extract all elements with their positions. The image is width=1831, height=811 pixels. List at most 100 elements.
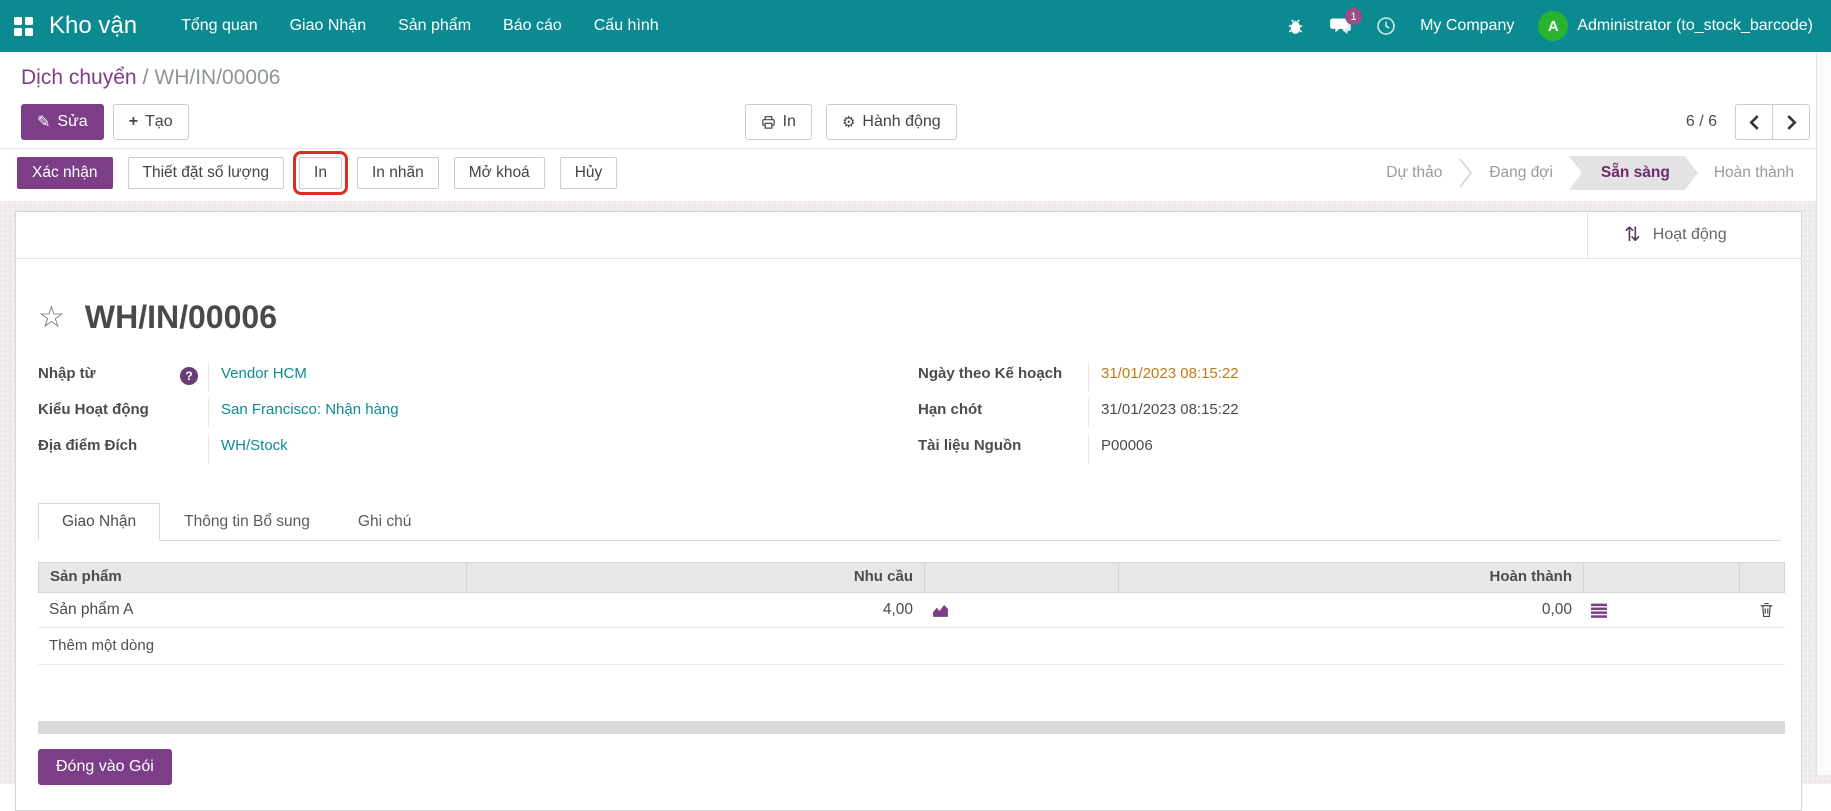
tab-note[interactable]: Ghi chú bbox=[334, 503, 435, 541]
put-in-pack-button[interactable]: Đóng vào Gói bbox=[38, 749, 172, 785]
add-line-link[interactable]: Thêm một dòng bbox=[49, 637, 154, 654]
source-document-value: P00006 bbox=[1101, 437, 1153, 454]
cancel-button[interactable]: Hủy bbox=[560, 157, 618, 189]
step-done[interactable]: Hoàn thành bbox=[1698, 157, 1810, 189]
set-quantities-button[interactable]: Thiết đặt số lượng bbox=[128, 157, 285, 189]
validate-button[interactable]: Xác nhận bbox=[17, 157, 113, 189]
unlock-button[interactable]: Mở khoá bbox=[454, 157, 545, 189]
form-sheet: ⇅ Hoạt động ☆ WH/IN/00006 Nhập từ ? Vend… bbox=[15, 211, 1802, 811]
field-label: Hạn chót bbox=[918, 401, 982, 418]
gear-icon: ⚙ bbox=[842, 113, 855, 131]
notebook-tabs: Giao Nhận Thông tin Bổ sung Ghi chú bbox=[38, 503, 1781, 541]
breadcrumb-separator: / bbox=[137, 66, 155, 89]
menu-configuration[interactable]: Cấu hình bbox=[578, 0, 675, 52]
col-trash-header bbox=[1739, 562, 1785, 593]
field-label: Ngày theo Kế hoạch bbox=[918, 365, 1062, 382]
cell-done[interactable]: 0,00 bbox=[1118, 593, 1583, 627]
trash-icon[interactable] bbox=[1759, 602, 1774, 618]
user-name: Administrator (to_stock_barcode) bbox=[1577, 17, 1813, 35]
col-empty-header bbox=[1583, 562, 1739, 593]
pager-counter: 6 / 6 bbox=[1686, 113, 1717, 131]
breadcrumb-parent[interactable]: Dịch chuyển bbox=[21, 66, 137, 89]
cell-product[interactable]: Sản phẩm A bbox=[38, 593, 466, 627]
col-done-header[interactable]: Hoàn thành bbox=[1118, 562, 1583, 593]
cell-demand[interactable]: 4,00 bbox=[466, 593, 924, 627]
field-source-document: Tài liệu Nguồn P00006 bbox=[918, 434, 1478, 470]
pager-previous-button[interactable] bbox=[1735, 104, 1773, 140]
cell-forecast bbox=[924, 593, 1118, 627]
forecast-chart-icon[interactable] bbox=[932, 603, 949, 618]
debug-icon[interactable] bbox=[1286, 16, 1305, 36]
tab-additional-info[interactable]: Thông tin Bổ sung bbox=[160, 503, 334, 541]
operations-table: Sản phẩm Nhu cầu Hoàn thành Sản phẩm A 4… bbox=[38, 562, 1785, 665]
step-draft[interactable]: Dự thảo bbox=[1370, 157, 1458, 189]
favorite-star-icon[interactable]: ☆ bbox=[38, 303, 65, 333]
cell-delete bbox=[1739, 593, 1785, 627]
col-empty-header bbox=[924, 562, 1118, 593]
menu-products[interactable]: Sản phẩm bbox=[382, 0, 487, 52]
add-line-row: Thêm một dòng bbox=[38, 628, 1785, 665]
user-menu[interactable]: A Administrator (to_stock_barcode) bbox=[1538, 11, 1813, 41]
menu-overview[interactable]: Tổng quan bbox=[165, 0, 274, 52]
field-label: Tài liệu Nguồn bbox=[918, 437, 1021, 454]
breadcrumb-current: WH/IN/00006 bbox=[154, 66, 280, 89]
activity-label: Hoạt động bbox=[1653, 226, 1727, 244]
chevron-right-icon bbox=[1458, 157, 1473, 189]
deadline-value: 31/01/2023 08:15:22 bbox=[1101, 401, 1239, 418]
destination-location-link[interactable]: WH/Stock bbox=[221, 437, 288, 454]
chatter-topbar: ⇅ Hoạt động bbox=[16, 212, 1801, 259]
message-count-badge: 1 bbox=[1345, 8, 1362, 25]
step-waiting[interactable]: Đang đợi bbox=[1473, 157, 1569, 189]
table-horizontal-scrollbar[interactable] bbox=[38, 721, 1785, 734]
create-button[interactable]: + Tạo bbox=[113, 104, 189, 140]
systray: 1 My Company A Administrator (to_stock_b… bbox=[1286, 11, 1813, 41]
control-panel: Dịch chuyển/WH/IN/00006 ✎ Sửa + Tạo In bbox=[0, 52, 1831, 148]
app-name[interactable]: Kho vận bbox=[49, 12, 137, 40]
print-labels-button[interactable]: In nhãn bbox=[357, 157, 439, 189]
main-menu: Tổng quan Giao Nhận Sản phẩm Báo cáo Cấu… bbox=[165, 0, 675, 52]
page-title: WH/IN/00006 bbox=[85, 299, 277, 336]
status-bar: Xác nhận Thiết đặt số lượng In In nhãn M… bbox=[0, 148, 1831, 201]
menu-transfers[interactable]: Giao Nhận bbox=[274, 0, 383, 52]
field-operation-type: Kiểu Hoạt động San Francisco: Nhận hàng bbox=[38, 398, 918, 434]
help-icon[interactable]: ? bbox=[180, 367, 198, 385]
print-picking-button[interactable]: In bbox=[299, 157, 342, 189]
page-scrollbar[interactable] bbox=[1816, 52, 1831, 775]
pager-next-button[interactable] bbox=[1772, 104, 1810, 140]
field-deadline: Hạn chót 31/01/2023 08:15:22 bbox=[918, 398, 1478, 434]
scheduled-date-value: 31/01/2023 08:15:22 bbox=[1101, 365, 1239, 382]
messages-icon[interactable]: 1 bbox=[1329, 16, 1352, 36]
printer-icon bbox=[761, 115, 776, 130]
partner-link[interactable]: Vendor HCM bbox=[221, 365, 307, 382]
status-pipeline: Dự thảo Đang đợi Sẵn sàng Hoàn thành bbox=[1370, 156, 1810, 190]
field-label: Kiểu Hoạt động bbox=[38, 401, 149, 418]
field-partner: Nhập từ ? Vendor HCM bbox=[38, 362, 918, 398]
edit-button[interactable]: ✎ Sửa bbox=[21, 104, 104, 140]
apps-menu-icon[interactable] bbox=[14, 17, 33, 36]
activity-toggle[interactable]: ⇅ Hoạt động bbox=[1587, 212, 1801, 258]
field-label: Địa điểm Đích bbox=[38, 437, 137, 454]
detailed-operations-list-icon[interactable] bbox=[1591, 603, 1607, 618]
col-demand-header[interactable]: Nhu cầu bbox=[466, 562, 924, 593]
field-destination-location: Địa điểm Đích WH/Stock bbox=[38, 434, 918, 470]
operation-type-link[interactable]: San Francisco: Nhận hàng bbox=[221, 401, 399, 418]
top-navbar: Kho vận Tổng quan Giao Nhận Sản phẩm Báo… bbox=[0, 0, 1831, 52]
tab-operations[interactable]: Giao Nhận bbox=[38, 503, 160, 541]
cell-detailed-operations bbox=[1583, 593, 1739, 627]
col-product-header[interactable]: Sản phẩm bbox=[38, 562, 466, 593]
avatar: A bbox=[1538, 11, 1568, 41]
field-label: Nhập từ bbox=[38, 365, 96, 382]
activity-arrows-icon: ⇅ bbox=[1624, 225, 1641, 245]
table-row[interactable]: Sản phẩm A 4,00 0,00 bbox=[38, 593, 1785, 628]
breadcrumb: Dịch chuyển/WH/IN/00006 bbox=[21, 64, 1810, 92]
plus-icon: + bbox=[129, 113, 138, 131]
company-switcher[interactable]: My Company bbox=[1420, 17, 1514, 35]
field-scheduled-date: Ngày theo Kế hoạch 31/01/2023 08:15:22 bbox=[918, 362, 1478, 398]
content-area: ⇅ Hoạt động ☆ WH/IN/00006 Nhập từ ? Vend… bbox=[0, 201, 1831, 784]
print-button[interactable]: In bbox=[745, 104, 812, 140]
step-ready[interactable]: Sẵn sàng bbox=[1569, 156, 1698, 190]
table-header-row: Sản phẩm Nhu cầu Hoàn thành bbox=[38, 562, 1785, 593]
activities-clock-icon[interactable] bbox=[1376, 16, 1396, 36]
menu-reporting[interactable]: Báo cáo bbox=[487, 0, 578, 52]
action-button[interactable]: ⚙ Hành động bbox=[826, 104, 957, 140]
